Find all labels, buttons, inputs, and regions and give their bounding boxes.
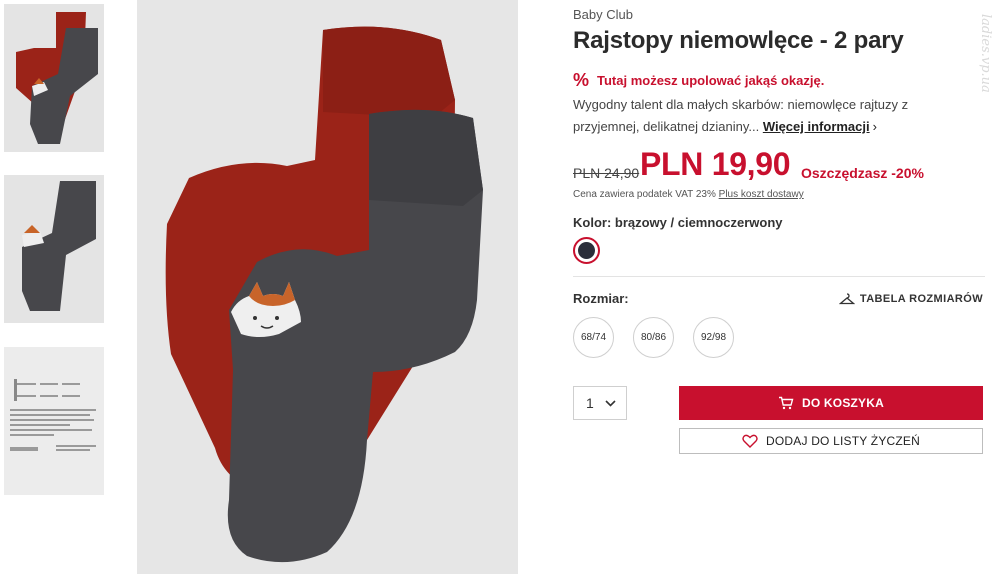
- promo-text: Tutaj możesz upolować jakąś okazję.: [597, 73, 825, 88]
- quantity-value: 1: [586, 395, 594, 411]
- color-swatch-selected[interactable]: [573, 237, 600, 264]
- brand-name[interactable]: Baby Club: [573, 7, 633, 22]
- tights-grey-image: [4, 175, 104, 323]
- size-options: 68/74 80/86 92/98: [573, 317, 753, 358]
- product-title: Rajstopy niemowlęce - 2 pary: [573, 27, 904, 54]
- heart-icon: [742, 434, 758, 448]
- chevron-right-icon: ›: [872, 119, 877, 134]
- add-to-cart-label: DO KOSZYKA: [801, 396, 884, 410]
- size-option-80-86[interactable]: 80/86: [633, 317, 674, 358]
- tights-pair-image: [4, 4, 104, 152]
- cart-icon: [778, 396, 794, 410]
- tights-illustration: [137, 0, 518, 574]
- hanger-icon: [838, 293, 855, 305]
- size-option-68-74[interactable]: 68/74: [573, 317, 614, 358]
- product-label-image: [4, 347, 104, 495]
- thumbnail-3[interactable]: [4, 347, 104, 495]
- more-info-link[interactable]: Więcej informacji: [763, 119, 870, 134]
- shipping-cost-link[interactable]: Plus koszt dostawy: [719, 189, 804, 200]
- product-main-image[interactable]: [137, 0, 518, 574]
- current-price: PLN 19,90: [640, 146, 791, 182]
- thumbnail-2[interactable]: [4, 175, 104, 323]
- product-description: Wygodny talent dla małych skarbów: niemo…: [573, 94, 973, 138]
- size-label: Rozmiar:: [573, 291, 629, 306]
- thumbnail-1[interactable]: [4, 4, 104, 152]
- size-chart-link[interactable]: TABELA ROZMIARÓW: [838, 293, 983, 305]
- chevron-down-icon: [605, 399, 616, 407]
- vat-text: Cena zawiera podatek VAT 23%: [573, 189, 716, 200]
- old-price: PLN 24,90: [573, 165, 640, 181]
- add-to-wishlist-label: DODAJ DO LISTY ŻYCZEŃ: [765, 434, 920, 448]
- percent-icon: %: [573, 70, 590, 90]
- swatch-fill: [578, 242, 595, 259]
- color-label: Kolor: brązowy / ciemnoczerwony: [573, 215, 783, 230]
- watermark: ladies.vp.ua: [978, 14, 993, 93]
- divider: [573, 276, 985, 277]
- savings-badge: Oszczędzasz -20%: [801, 165, 924, 181]
- add-to-wishlist-button[interactable]: DODAJ DO LISTY ŻYCZEŃ: [679, 428, 983, 454]
- promo-banner: % Tutaj możesz upolować jakąś okazję.: [573, 70, 824, 91]
- quantity-select[interactable]: 1: [573, 386, 627, 420]
- size-chart-label: TABELA ROZMIARÓW: [859, 293, 983, 305]
- add-to-cart-button[interactable]: DO KOSZYKA: [679, 386, 983, 420]
- size-option-92-98[interactable]: 92/98: [693, 317, 734, 358]
- vat-note: Cena zawiera podatek VAT 23% Plus koszt …: [573, 189, 804, 200]
